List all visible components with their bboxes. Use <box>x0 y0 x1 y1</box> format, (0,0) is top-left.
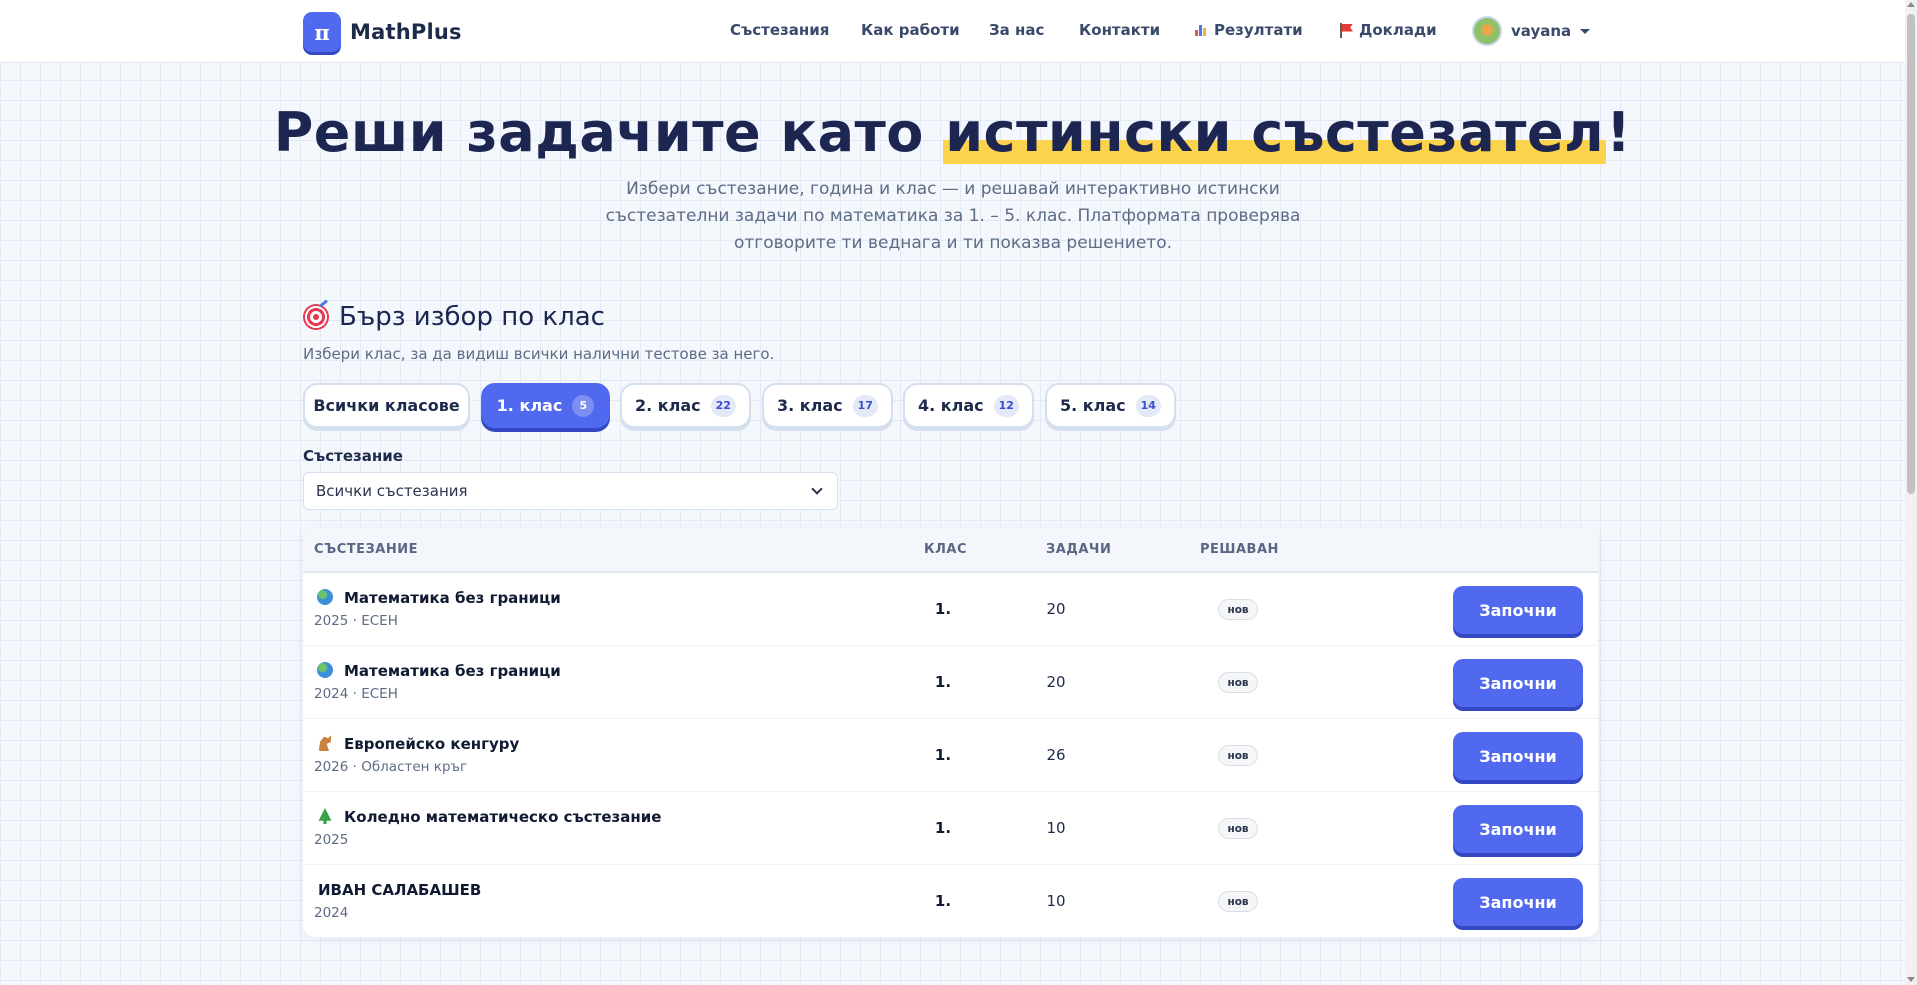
status-badge: нов <box>1218 599 1258 620</box>
page-scrollbar[interactable] <box>1905 0 1917 985</box>
user-menu[interactable]: vayana <box>1472 16 1591 46</box>
competition-name: ИВАН САЛАБАШЕВ <box>318 881 482 899</box>
competition-meta: 2026 · Областен кръг <box>314 759 468 775</box>
globe-icon <box>317 589 333 605</box>
nav-link-how-it-works[interactable]: Как работи <box>861 21 960 39</box>
table-row: ИВАН САЛАБАШЕВ 2024 1. 10 нов Започни <box>303 865 1598 937</box>
grade-pill-4[interactable]: 4. клас 12 <box>903 383 1034 428</box>
grade-pill-2[interactable]: 2. клас 22 <box>620 383 751 428</box>
table-row: Коледно математическо състезание 2025 1.… <box>303 792 1598 865</box>
header-tasks: ЗАДАЧИ <box>1046 542 1112 557</box>
competition-select-value: Всички състезания <box>316 482 468 500</box>
kangaroo-icon <box>318 735 332 751</box>
top-navbar: π MathPlus Състезания Как работи За нас … <box>0 0 1905 63</box>
grade-cell: 1. <box>934 892 952 910</box>
grade-cell: 1. <box>934 746 952 764</box>
grade-pill-count: 17 <box>852 394 878 417</box>
bar-chart-icon <box>1194 23 1208 37</box>
grade-pill-3[interactable]: 3. клас 17 <box>762 383 893 428</box>
christmas-tree-icon <box>318 808 332 824</box>
hero-title-end: ! <box>1606 101 1632 164</box>
table-row: Математика без граници 2024 · ЕСЕН 1. 20… <box>303 646 1598 719</box>
competition-meta: 2025 · ЕСЕН <box>314 613 398 629</box>
tasks-cell: 10 <box>1046 892 1066 910</box>
header-grade: КЛАС <box>924 542 968 557</box>
nav-link-reports-label: Доклади <box>1359 21 1437 39</box>
competition-meta: 2024 <box>314 905 349 921</box>
user-name: vayana <box>1511 22 1572 40</box>
grade-pill-count: 22 <box>710 394 736 417</box>
scrollbar-thumb[interactable] <box>1907 14 1915 494</box>
competition-name: Коледно математическо състезание <box>344 808 662 826</box>
nav-link-competitions[interactable]: Състезания <box>730 21 829 39</box>
grade-pill-all[interactable]: Всички класове <box>303 383 470 428</box>
start-button[interactable]: Започни <box>1453 732 1583 780</box>
nav-link-contacts[interactable]: Контакти <box>1079 21 1160 39</box>
nav-link-reports[interactable]: Доклади <box>1339 21 1437 39</box>
grade-pill-label: Всички класове <box>313 396 460 415</box>
start-button[interactable]: Започни <box>1453 878 1583 926</box>
status-badge: нов <box>1218 891 1258 912</box>
status-badge: нов <box>1218 818 1258 839</box>
nav-link-about[interactable]: За нас <box>989 21 1044 39</box>
grade-pill-5[interactable]: 5. клас 14 <box>1045 383 1176 428</box>
table-header: СЪСТЕЗАНИЕ КЛАС ЗАДАЧИ РЕШАВАН <box>303 528 1598 573</box>
grade-pill-label: 2. клас <box>635 396 701 415</box>
hero-subtitle: Избери състезание, година и клас — и реш… <box>605 179 1301 253</box>
scroll-down-arrow-icon[interactable] <box>1907 977 1915 982</box>
competitions-table: СЪСТЕЗАНИЕ КЛАС ЗАДАЧИ РЕШАВАН Математик… <box>303 528 1598 937</box>
nav-link-results-label: Резултати <box>1214 21 1303 39</box>
brand-name: MathPlus <box>350 20 462 44</box>
quick-pick-heading: Бърз избор по клас <box>303 302 605 332</box>
start-button[interactable]: Започни <box>1453 805 1583 853</box>
grade-cell: 1. <box>934 673 952 691</box>
header-solved: РЕШАВАН <box>1200 542 1279 557</box>
competition-meta: 2025 <box>314 832 349 848</box>
competition-name: Математика без граници <box>344 662 561 680</box>
nav-link-results[interactable]: Резултати <box>1194 21 1303 39</box>
start-button[interactable]: Започни <box>1453 586 1583 634</box>
chevron-down-icon <box>811 483 823 495</box>
hero-title-highlight: истински състезател <box>943 101 1607 164</box>
hero-title: Реши задачите като истински състезател! <box>0 101 1905 164</box>
header-competition: СЪСТЕЗАНИЕ <box>314 542 418 557</box>
quick-pick-description: Избери клас, за да видиш всички налични … <box>303 345 775 363</box>
caret-down-icon <box>1580 28 1591 34</box>
red-flag-icon <box>1339 22 1353 38</box>
grade-pill-count: 12 <box>993 394 1019 417</box>
start-button[interactable]: Започни <box>1453 659 1583 707</box>
grade-pill-count: 5 <box>572 394 595 417</box>
table-row: Европейско кенгуру 2026 · Областен кръг … <box>303 719 1598 792</box>
grade-cell: 1. <box>934 600 952 618</box>
competition-name: Математика без граници <box>344 589 561 607</box>
hero-title-start: Реши задачите като <box>273 101 944 164</box>
scroll-up-arrow-icon[interactable] <box>1907 2 1915 7</box>
tasks-cell: 20 <box>1046 673 1066 691</box>
status-badge: нов <box>1218 745 1258 766</box>
grade-cell: 1. <box>934 819 952 837</box>
grade-pill-label: 5. клас <box>1060 396 1126 415</box>
grade-pill-label: 3. клас <box>777 396 843 415</box>
tasks-cell: 20 <box>1046 600 1066 618</box>
grade-pill-1[interactable]: 1. клас 5 <box>481 383 610 428</box>
grade-pill-label: 1. клас <box>496 396 563 415</box>
tasks-cell: 10 <box>1046 819 1066 837</box>
table-row: Математика без граници 2025 · ЕСЕН 1. 20… <box>303 573 1598 646</box>
grade-pill-label: 4. клас <box>918 396 984 415</box>
tasks-cell: 26 <box>1046 746 1066 764</box>
globe-icon <box>317 662 333 678</box>
user-avatar-icon <box>1472 16 1502 46</box>
competition-meta: 2024 · ЕСЕН <box>314 686 398 702</box>
logo[interactable]: π MathPlus <box>303 12 462 52</box>
target-icon <box>303 304 329 330</box>
grade-pill-count: 14 <box>1135 394 1161 417</box>
quick-pick-title: Бърз избор по клас <box>339 302 605 332</box>
competition-name: Европейско кенгуру <box>344 735 520 753</box>
competition-select[interactable]: Всички състезания <box>303 472 838 510</box>
status-badge: нов <box>1218 672 1258 693</box>
pi-logo-icon: π <box>303 12 341 52</box>
competition-filter-label: Състезание <box>303 447 403 465</box>
